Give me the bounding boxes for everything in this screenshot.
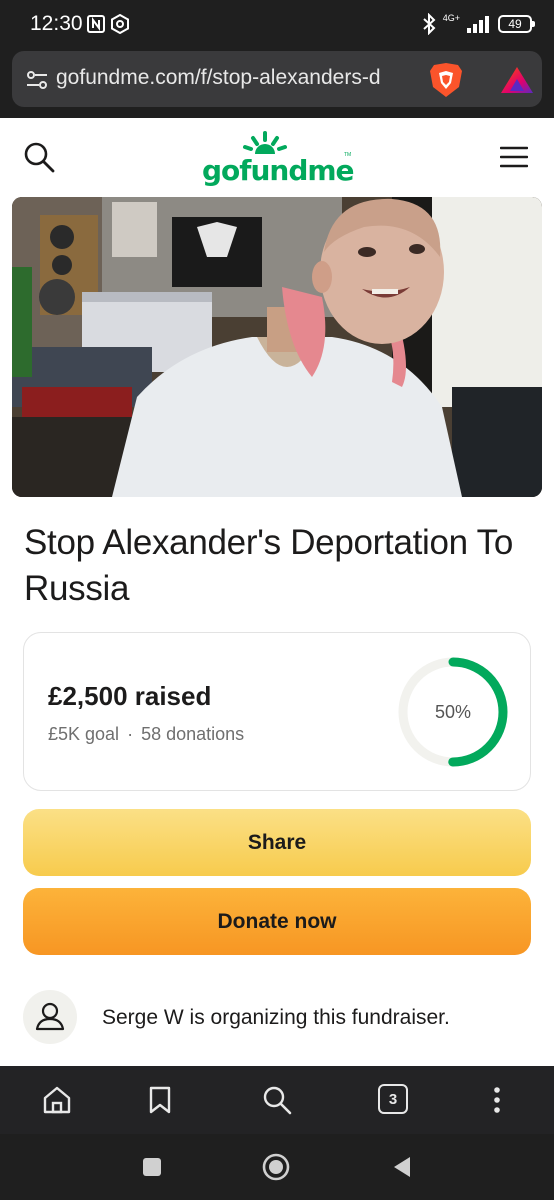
logo-trademark: TM [344, 152, 352, 158]
browser-bottom-toolbar: 3 [0, 1066, 554, 1134]
home-icon[interactable] [41, 1084, 73, 1116]
search-icon[interactable] [22, 140, 56, 174]
goal-line: £5K goal · 58 donations [48, 724, 244, 745]
logo-wordmark: gofundme [202, 154, 355, 187]
campaign-title: Stop Alexander's Deportation To Russia [24, 523, 514, 608]
gear-icon [111, 14, 129, 34]
bookmark-icon[interactable] [144, 1084, 176, 1116]
organizer-row: Serge W is organizing this fundraiser. [23, 990, 533, 1046]
donate-now-button[interactable]: Donate now [23, 888, 531, 955]
brave-shield-icon[interactable] [428, 61, 464, 99]
signal-icon [467, 16, 489, 33]
progress-card: £2,500 raised £5K goal · 58 donations 50% [23, 632, 531, 791]
campaign-hero-image[interactable] [12, 197, 542, 497]
avatar [23, 990, 77, 1044]
network-type: 4G+ [442, 12, 460, 23]
status-time: 12:30 [30, 12, 83, 35]
system-nav-bar [0, 1134, 554, 1200]
tune-icon[interactable] [26, 69, 48, 91]
url-text[interactable]: gofundme.com/f/stop-alexanders-d [56, 66, 418, 90]
status-bar: 12:30 4G+ 49 [0, 0, 554, 48]
bluetooth-icon [423, 13, 436, 35]
url-bar[interactable]: gofundme.com/f/stop-alexanders-d [12, 51, 542, 107]
goal-separator: · [127, 724, 134, 744]
brave-rewards-icon[interactable] [500, 65, 534, 95]
user-icon [35, 1002, 65, 1031]
raised-amount: £2,500 [48, 681, 128, 711]
share-button[interactable]: Share [23, 809, 531, 876]
donation-count: 58 donations [141, 724, 245, 744]
recents-icon[interactable] [137, 1152, 167, 1182]
progress-percent: 50% [434, 701, 472, 722]
more-icon[interactable] [481, 1084, 513, 1116]
goal-amount: £5K goal [48, 724, 120, 744]
tab-count: 3 [388, 1090, 398, 1108]
gofundme-logo[interactable]: gofundme TM [198, 130, 358, 194]
organizer-text: Serge W is organizing this fundraiser. [102, 1006, 450, 1029]
status-indicators: 4G+ 49 [421, 10, 535, 38]
battery-level: 49 [508, 17, 522, 31]
hero-photo-illustration [12, 197, 542, 497]
back-icon[interactable] [388, 1152, 418, 1182]
nfc-icon [87, 15, 105, 33]
search-icon[interactable] [261, 1084, 293, 1116]
home-icon[interactable] [261, 1152, 291, 1182]
browser-top-bar: gofundme.com/f/stop-alexanders-d [0, 48, 554, 118]
raised-summary: £2,500 raised [48, 681, 211, 712]
battery-icon: 49 [498, 15, 535, 33]
raised-suffix: raised [127, 681, 212, 711]
menu-icon[interactable] [500, 146, 528, 168]
tabs-icon[interactable]: 3 [378, 1084, 408, 1114]
site-header: gofundme TM [0, 118, 554, 198]
